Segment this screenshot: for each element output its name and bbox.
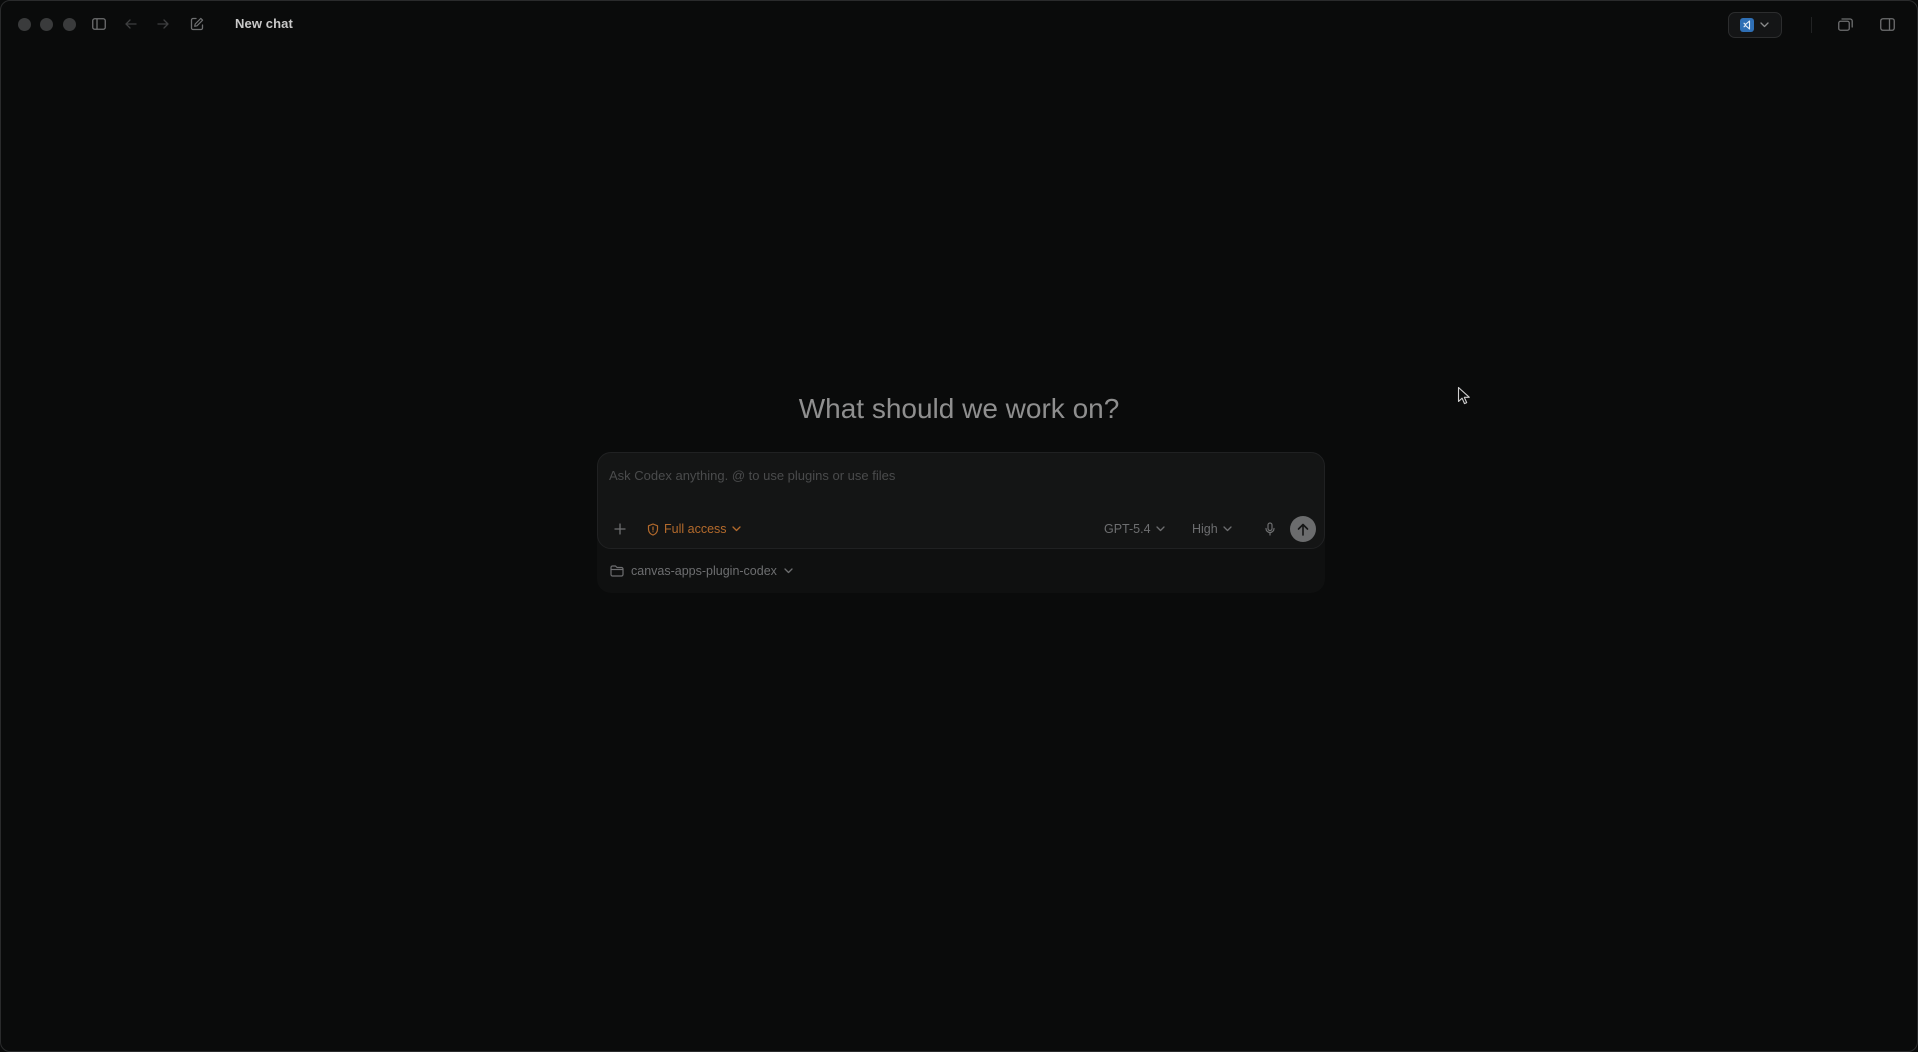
compose-icon bbox=[190, 17, 204, 31]
plus-icon bbox=[614, 523, 626, 535]
composer: Full access GPT-5.4 High bbox=[597, 452, 1325, 549]
panel-right-icon bbox=[1879, 17, 1895, 31]
arrow-up-icon bbox=[1297, 523, 1309, 536]
title-bar-divider bbox=[1811, 17, 1812, 33]
title-bar: New chat bbox=[1, 1, 1917, 47]
prompt-input[interactable] bbox=[609, 465, 1309, 485]
close-window-button[interactable] bbox=[18, 18, 31, 31]
pop-out-button[interactable] bbox=[1836, 15, 1854, 33]
back-button[interactable] bbox=[122, 15, 140, 33]
voice-input-button[interactable] bbox=[1262, 519, 1278, 539]
reasoning-effort-selector[interactable]: High bbox=[1192, 519, 1232, 539]
page-heading: What should we work on? bbox=[798, 393, 1120, 424]
access-mode-label: Full access bbox=[664, 522, 727, 536]
project-selector[interactable]: canvas-apps-plugin-codex bbox=[610, 561, 793, 581]
sidebar-toggle-button[interactable] bbox=[90, 15, 108, 33]
arrow-left-icon bbox=[125, 19, 137, 29]
reasoning-effort-label: High bbox=[1192, 522, 1218, 536]
access-mode-dropdown[interactable]: Full access bbox=[647, 519, 741, 539]
chevron-down-icon bbox=[1155, 526, 1165, 532]
chevron-down-icon bbox=[1760, 22, 1769, 28]
model-selector[interactable]: GPT-5.4 bbox=[1104, 519, 1165, 539]
new-chat-button[interactable] bbox=[188, 15, 206, 33]
chevron-down-icon bbox=[731, 526, 741, 532]
vscode-icon bbox=[1740, 18, 1754, 32]
zoom-window-button[interactable] bbox=[63, 18, 76, 31]
chevron-down-icon bbox=[1223, 526, 1232, 532]
toggle-right-panel-button[interactable] bbox=[1878, 15, 1896, 33]
add-attachment-button[interactable] bbox=[610, 519, 630, 539]
minimize-window-button[interactable] bbox=[40, 18, 53, 31]
shield-icon bbox=[647, 522, 659, 536]
send-button[interactable] bbox=[1290, 516, 1316, 542]
mouse-cursor bbox=[1457, 386, 1471, 411]
model-label: GPT-5.4 bbox=[1104, 522, 1151, 536]
sidebar-icon bbox=[92, 18, 106, 30]
app-window: New chat What should we work on? Ask Cod… bbox=[0, 0, 1918, 1052]
project-label: canvas-apps-plugin-codex bbox=[631, 564, 777, 578]
forward-button[interactable] bbox=[154, 15, 172, 33]
open-in-editor-dropdown[interactable] bbox=[1728, 12, 1782, 38]
folder-icon bbox=[610, 565, 624, 577]
pop-out-icon bbox=[1837, 17, 1853, 31]
arrow-right-icon bbox=[157, 19, 169, 29]
window-title: New chat bbox=[235, 16, 293, 31]
mic-icon bbox=[1265, 522, 1275, 536]
chevron-down-icon bbox=[784, 568, 793, 574]
